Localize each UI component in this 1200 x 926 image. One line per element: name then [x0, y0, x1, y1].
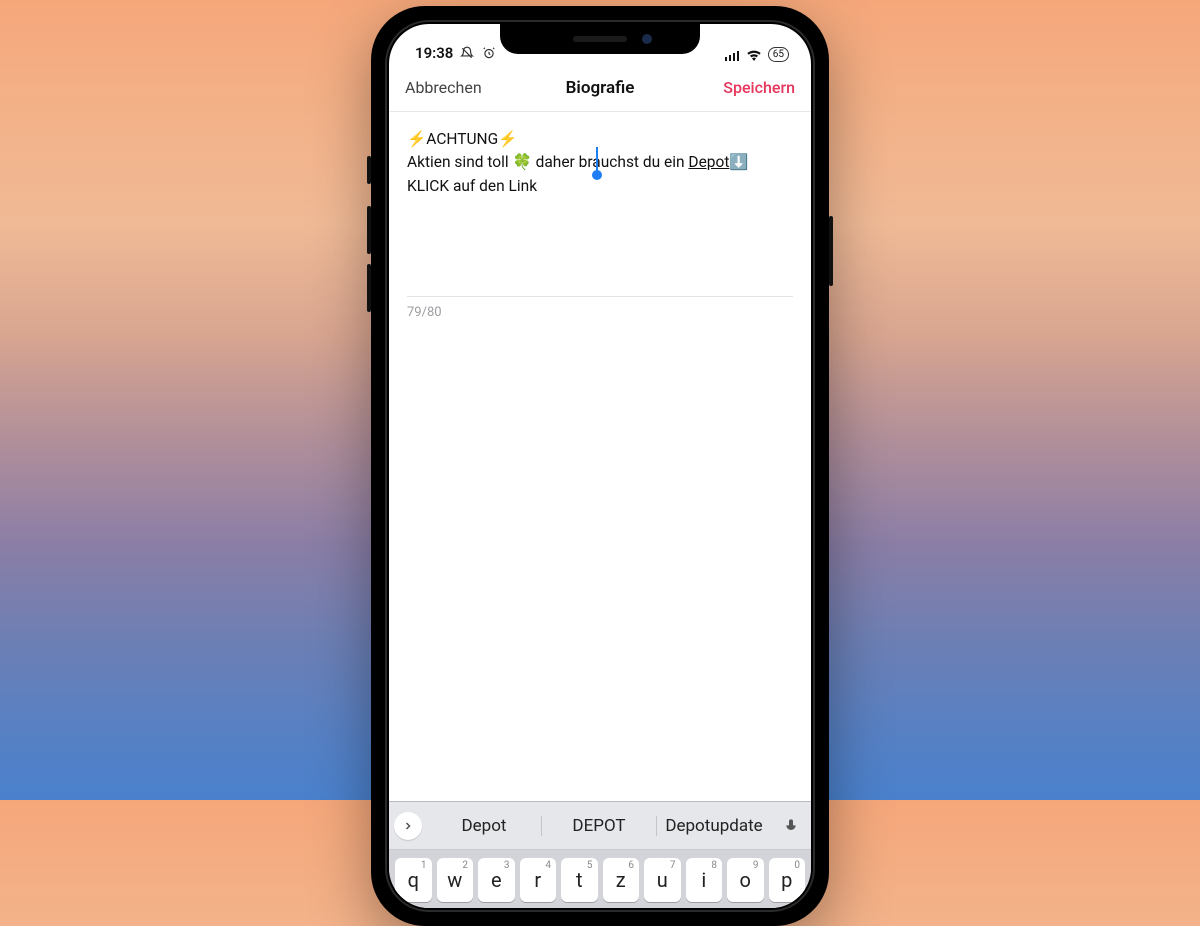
phone-frame: 19:38 [371, 6, 829, 926]
key-q[interactable]: q1 [395, 858, 432, 902]
chevron-right-icon [402, 820, 414, 832]
wifi-icon [746, 48, 762, 62]
page-title: Biografie [566, 78, 635, 98]
battery-indicator: 65 [768, 47, 789, 62]
key-q-alt: 1 [421, 860, 427, 871]
volume-down-button [367, 264, 371, 312]
key-p[interactable]: p0 [769, 858, 806, 902]
key-u[interactable]: u7 [644, 858, 681, 902]
key-z-alt: 6 [628, 860, 634, 871]
key-e-alt: 3 [504, 860, 510, 871]
text-cursor[interactable] [596, 147, 598, 171]
key-e[interactable]: e3 [478, 858, 515, 902]
signal-icon [724, 48, 740, 62]
do-not-disturb-icon [459, 46, 475, 60]
suggestion-2[interactable]: DEPOT [542, 816, 657, 836]
key-o-alt: 9 [753, 860, 759, 871]
device-notch [500, 24, 700, 54]
bio-link-text: Depot [688, 153, 729, 171]
save-button[interactable]: Speichern [723, 78, 795, 97]
volume-up-button [367, 206, 371, 254]
key-o[interactable]: o9 [727, 858, 764, 902]
key-r-alt: 4 [545, 860, 551, 871]
power-button [829, 216, 833, 286]
key-i[interactable]: i8 [686, 858, 723, 902]
key-z[interactable]: z6 [603, 858, 640, 902]
key-i-alt: 8 [711, 860, 717, 871]
soft-keyboard: Depot DEPOT Depotupdate q1w2e3r4t5z6u7i8… [389, 801, 811, 908]
expand-suggestions-button[interactable] [389, 812, 427, 840]
prediction-bar: Depot DEPOT Depotupdate [389, 802, 811, 850]
key-t[interactable]: t5 [561, 858, 598, 902]
alarm-icon [481, 46, 497, 60]
suggestion-1[interactable]: Depot [427, 816, 542, 836]
key-w-alt: 2 [462, 860, 468, 871]
character-count: 79/80 [389, 297, 811, 328]
mute-switch [367, 156, 371, 184]
status-time: 19:38 [415, 44, 453, 62]
key-p-alt: 0 [794, 860, 800, 871]
text-cursor-handle[interactable] [592, 170, 602, 180]
nav-header: Abbrechen Biografie Speichern [389, 64, 811, 112]
keyboard-row-1: q1w2e3r4t5z6u7i8o9p0 [389, 850, 811, 902]
bio-line-1: ⚡ACHTUNG⚡ [407, 128, 793, 151]
cancel-button[interactable]: Abbrechen [405, 78, 482, 97]
key-u-alt: 7 [670, 860, 676, 871]
key-r[interactable]: r4 [520, 858, 557, 902]
voice-input-button[interactable] [771, 816, 811, 836]
battery-level: 65 [773, 49, 784, 60]
key-w[interactable]: w2 [437, 858, 474, 902]
microphone-icon [783, 816, 799, 836]
suggestion-3[interactable]: Depotupdate [657, 816, 771, 836]
key-t-alt: 5 [587, 860, 593, 871]
bio-text-editor[interactable]: ⚡ACHTUNG⚡ Aktien sind toll 🍀 daher brauc… [389, 112, 811, 206]
